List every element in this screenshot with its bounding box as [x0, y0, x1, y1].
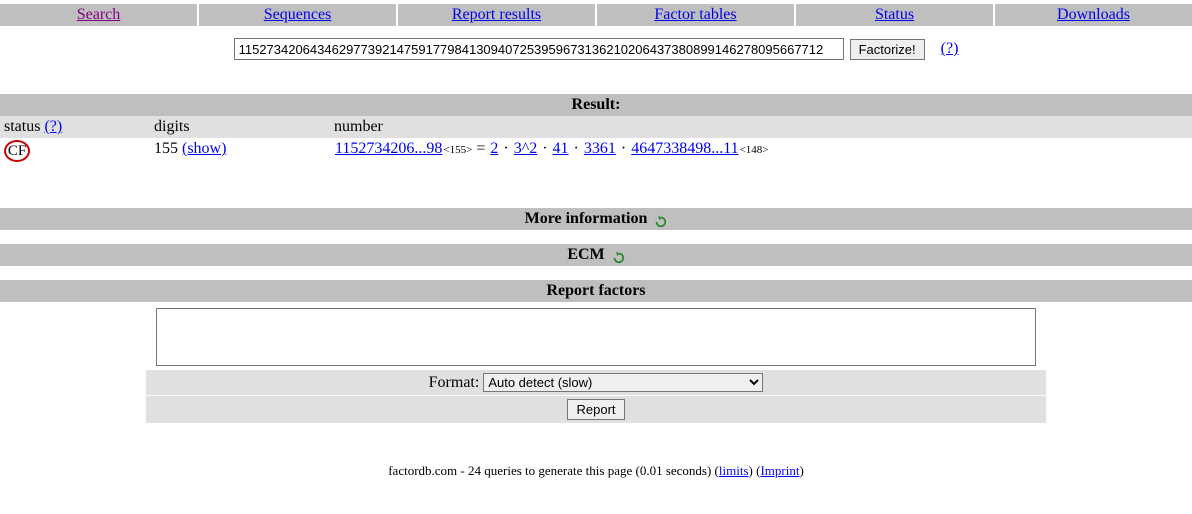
- footer-text-2: ) (: [749, 463, 761, 478]
- more-info-label: More information: [525, 210, 648, 228]
- factor-link-2[interactable]: 3^2: [514, 140, 538, 157]
- factorize-button[interactable]: Factorize!: [850, 39, 925, 60]
- nav-item-factor-tables[interactable]: Factor tables: [597, 4, 794, 26]
- status-label: status: [4, 118, 40, 135]
- report-button[interactable]: Report: [567, 399, 624, 420]
- refresh-arrow-icon: [653, 214, 667, 228]
- nav-item-report-results[interactable]: Report results: [398, 4, 595, 26]
- nav-link-downloads[interactable]: Downloads: [1057, 6, 1130, 23]
- status-help-link[interactable]: (?): [44, 118, 62, 135]
- factor-5-size: <148>: [740, 144, 769, 156]
- limits-link[interactable]: limits: [719, 463, 749, 478]
- footer: factordb.com - 24 queries to generate th…: [0, 463, 1192, 479]
- status-badge: CF: [4, 140, 30, 162]
- result-table: status (?) digits number CF 155 (show) 1…: [0, 116, 1192, 164]
- dot-sep: ·: [570, 140, 583, 157]
- table-row: CF 155 (show) 1152734206...98<155> = 2 ·…: [0, 138, 1192, 164]
- factor-link-3[interactable]: 41: [553, 140, 569, 157]
- number-input[interactable]: [234, 38, 844, 60]
- nav-item-search[interactable]: Search: [0, 4, 197, 26]
- more-info-heading[interactable]: More information: [0, 208, 1192, 230]
- factorization-cell: 1152734206...98<155> = 2 · 3^2 · 41 · 33…: [330, 138, 1192, 164]
- search-row: Factorize! (?): [0, 38, 1192, 60]
- dot-sep: ·: [538, 140, 551, 157]
- format-label: Format:: [429, 374, 484, 391]
- factor-link-1[interactable]: 2: [490, 140, 498, 157]
- format-select[interactable]: Auto detect (slow): [483, 373, 763, 392]
- dot-sep: ·: [499, 140, 512, 157]
- footer-text-3: ): [799, 463, 803, 478]
- report-factors-textarea[interactable]: [156, 308, 1036, 366]
- nav-link-factor-tables[interactable]: Factor tables: [654, 6, 736, 23]
- ecm-label: ECM: [567, 246, 604, 264]
- format-row: Format: Auto detect (slow): [146, 370, 1046, 395]
- dot-sep: ·: [617, 140, 630, 157]
- report-factors-heading: Report factors: [0, 280, 1192, 302]
- nav-item-downloads[interactable]: Downloads: [995, 4, 1192, 26]
- equals-text: =: [472, 140, 489, 157]
- nav-item-sequences[interactable]: Sequences: [199, 4, 396, 26]
- result-heading: Result:: [0, 94, 1192, 116]
- number-link[interactable]: 1152734206...98: [335, 140, 442, 157]
- col-header-digits: digits: [150, 116, 330, 138]
- digits-value: 155: [154, 140, 178, 157]
- col-header-number: number: [330, 116, 1192, 138]
- imprint-link[interactable]: Imprint: [760, 463, 799, 478]
- refresh-arrow-icon: [611, 250, 625, 264]
- nav-link-status[interactable]: Status: [875, 6, 914, 23]
- nav-link-sequences[interactable]: Sequences: [264, 6, 332, 23]
- report-button-row: Report: [146, 396, 1046, 423]
- report-area: Format: Auto detect (slow) Report: [146, 308, 1046, 423]
- show-digits-link[interactable]: (show): [182, 140, 226, 157]
- number-size: <155>: [443, 144, 472, 156]
- col-header-status: status (?): [0, 116, 150, 138]
- top-nav: Search Sequences Report results Factor t…: [0, 4, 1192, 26]
- factor-link-5[interactable]: 4647338498...11: [631, 140, 738, 157]
- ecm-heading[interactable]: ECM: [0, 244, 1192, 266]
- nav-link-search[interactable]: Search: [77, 6, 121, 23]
- factor-link-4[interactable]: 3361: [584, 140, 616, 157]
- footer-text-1: factordb.com - 24 queries to generate th…: [388, 463, 719, 478]
- nav-link-report-results[interactable]: Report results: [452, 6, 541, 23]
- nav-item-status[interactable]: Status: [796, 4, 993, 26]
- search-help-link[interactable]: (?): [941, 40, 959, 58]
